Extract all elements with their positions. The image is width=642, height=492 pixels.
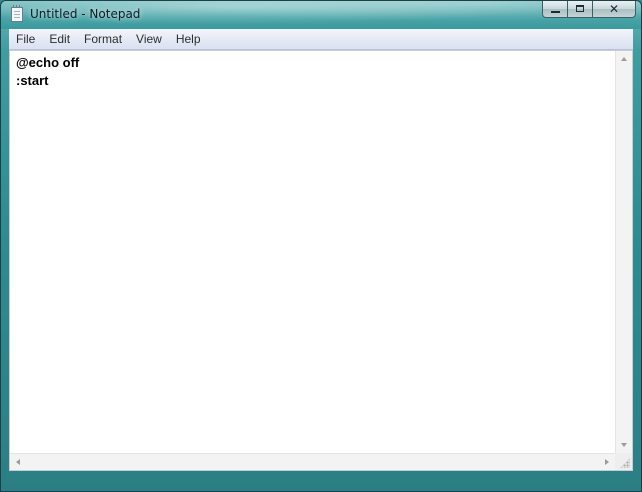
menu-view[interactable]: View: [129, 29, 169, 49]
scroll-right-icon[interactable]: [605, 459, 609, 465]
close-button[interactable]: ✕: [593, 1, 636, 18]
notepad-window: Untitled - Notepad ✕ File Edit Format Vi…: [0, 0, 642, 492]
text-editor[interactable]: @echo off :start: [10, 51, 615, 453]
menu-help[interactable]: Help: [169, 29, 208, 49]
size-grip-icon[interactable]: [620, 458, 630, 468]
maximize-icon: [576, 5, 584, 12]
scroll-up-icon[interactable]: [621, 57, 627, 61]
vertical-scrollbar[interactable]: [615, 51, 632, 453]
window-title: Untitled - Notepad: [30, 7, 141, 21]
scroll-down-icon[interactable]: [621, 443, 627, 447]
notepad-icon[interactable]: [11, 5, 23, 22]
editor-frame: @echo off :start: [9, 50, 633, 471]
caption-buttons: ✕: [542, 1, 636, 19]
maximize-button[interactable]: [568, 1, 593, 18]
minimize-button[interactable]: [542, 1, 568, 18]
horizontal-scrollbar[interactable]: [10, 453, 615, 470]
menu-bar: File Edit Format View Help: [9, 29, 633, 50]
scrollbar-corner: [615, 453, 632, 470]
menu-file[interactable]: File: [9, 29, 42, 49]
title-bar[interactable]: Untitled - Notepad ✕: [1, 1, 641, 29]
scroll-left-icon[interactable]: [16, 459, 20, 465]
menu-format[interactable]: Format: [77, 29, 129, 49]
close-icon: ✕: [608, 2, 620, 16]
menu-edit[interactable]: Edit: [42, 29, 77, 49]
minimize-icon: [551, 11, 560, 13]
